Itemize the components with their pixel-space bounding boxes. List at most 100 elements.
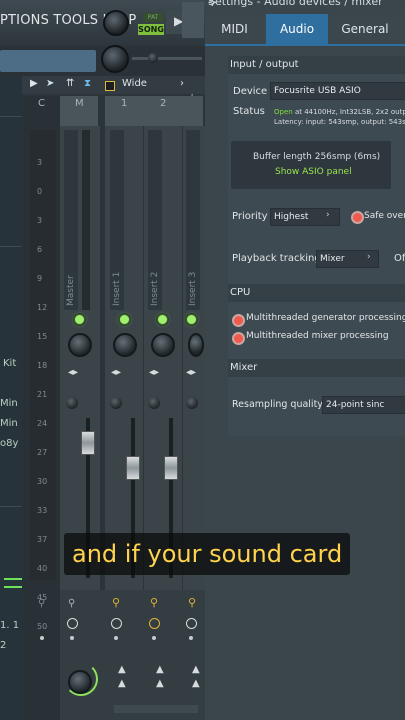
insert1-send-arrow-icon[interactable]: ▲ [118, 664, 126, 675]
device-label: Device [233, 86, 268, 97]
scale-tick: 0 [37, 187, 43, 196]
mt-generator-radio[interactable] [232, 314, 245, 327]
strip-name-master: Master [66, 275, 76, 306]
pattern-mode-indicator[interactable]: PAT [143, 13, 163, 22]
master-swap-icon[interactable]: ◂▸ [68, 367, 78, 378]
insert1-send-arrow-icon[interactable]: ▲ [118, 678, 126, 689]
buffer-panel [231, 141, 391, 189]
insert1-enable-led[interactable] [120, 315, 129, 324]
insert3-pan-knob[interactable] [188, 333, 204, 357]
browser-divider [0, 506, 22, 507]
insert3-send-arrow-icon[interactable]: ▲ [192, 678, 200, 689]
header-label-c: C [38, 98, 45, 109]
insert3-route-icon[interactable]: ⚲ [188, 596, 196, 609]
insert1-pan-knob[interactable] [113, 333, 137, 357]
toolbar-handle[interactable] [182, 2, 204, 38]
device-select[interactable]: Focusrite USB ASIO [270, 82, 405, 100]
header-label-m: M [75, 98, 84, 109]
insert3-enable-led[interactable] [187, 315, 196, 324]
mixer-menu-arrow-icon[interactable]: ▶ [30, 78, 38, 89]
offset-label: Of [394, 253, 405, 264]
mixer-scroll-arrow-icon[interactable]: › [180, 78, 184, 89]
mixer-bird-icon[interactable]: ➤ [46, 78, 54, 89]
wide-layout-icon[interactable] [105, 81, 115, 91]
scale-tick: 37 [37, 535, 48, 544]
status-latency: Latency: input: 543smp, output: 543sm [274, 118, 405, 126]
insert2-enable-led[interactable] [158, 315, 167, 324]
browser-item[interactable]: Min [0, 418, 18, 429]
tab-audio[interactable]: Audio [266, 14, 328, 44]
scale-tick: 3 [37, 158, 43, 167]
show-asio-panel-link[interactable]: Show ASIO panel [275, 167, 352, 177]
playback-tracking-label: Playback tracking [232, 253, 321, 264]
insert2-route-icon[interactable]: ⚲ [150, 596, 158, 609]
mt-mixer-radio[interactable] [232, 332, 245, 345]
browser-item[interactable]: Min [0, 398, 18, 409]
insert1-latency-icon[interactable] [111, 618, 122, 629]
insert1-fader[interactable] [126, 456, 140, 480]
master-fader[interactable] [81, 431, 95, 455]
scale-tick: 50 [37, 622, 48, 631]
route-dot[interactable] [152, 636, 156, 640]
section-mixer: Mixer [228, 359, 405, 377]
insert3-send-arrow-icon[interactable]: ▲ [192, 664, 200, 675]
route-dot[interactable] [189, 636, 193, 640]
browser-item[interactable]: 2 [0, 640, 6, 651]
mt-generator-label: Multithreaded generator processing [246, 313, 405, 323]
insert1-route-icon[interactable]: ⚲ [112, 596, 120, 609]
status-open: Open [274, 108, 293, 116]
section-input-output: Input / output [228, 56, 405, 74]
insert3-swap-icon[interactable]: ◂▸ [186, 367, 196, 378]
window-move-icon[interactable]: ✛ [208, 0, 216, 9]
tempo-slider-track[interactable] [132, 57, 202, 60]
master-enable-led[interactable] [75, 315, 84, 324]
playback-arrow-icon[interactable]: › [367, 252, 371, 262]
master-meter [82, 130, 90, 310]
browser-item[interactable]: 1. 1 [0, 620, 19, 631]
tab-general[interactable]: General [332, 14, 398, 44]
insert2-fader[interactable] [164, 456, 178, 480]
route-dot[interactable] [70, 636, 74, 640]
song-mode-button[interactable]: SONG [138, 24, 164, 35]
safe-overloads-radio[interactable] [351, 211, 364, 224]
tab-midi[interactable]: MIDI [207, 14, 262, 44]
resampling-quality-select[interactable]: 24-point sinc [322, 396, 405, 414]
routing-area [60, 590, 205, 720]
strip-name-insert-2: Insert 2 [150, 271, 160, 306]
browser-item[interactable]: o8y [0, 438, 18, 449]
route-dot[interactable] [114, 636, 118, 640]
mixer-layout-label[interactable]: Wide [122, 78, 147, 89]
scale-tick: 21 [37, 390, 48, 399]
buffer-length-label[interactable]: Buffer length 256smp (6ms) [253, 152, 380, 162]
priority-arrow-icon[interactable]: › [326, 210, 330, 220]
scale-tick: 27 [37, 448, 48, 457]
insert2-swap-icon[interactable]: ◂▸ [149, 367, 159, 378]
insert2-latency-icon[interactable] [149, 618, 160, 629]
insert-strip-header[interactable] [105, 96, 203, 126]
master-stereo-knob[interactable] [66, 397, 78, 409]
scale-tick: 30 [37, 477, 48, 486]
scale-tick: 9 [37, 274, 43, 283]
route-dot[interactable] [40, 636, 44, 640]
insert3-stereo-knob[interactable] [186, 397, 198, 409]
insert2-send-arrow-icon[interactable]: ▲ [156, 664, 164, 675]
mixer-up-arrows-icon[interactable]: ⇈ [66, 78, 74, 89]
insert1-swap-icon[interactable]: ◂▸ [111, 367, 121, 378]
insert2-pan-knob[interactable] [151, 333, 175, 357]
current-route-icon[interactable]: ⚲ [38, 598, 45, 609]
master-pitch-knob[interactable] [101, 45, 129, 73]
master-latency-icon[interactable] [67, 618, 78, 629]
mixer-scrollbar[interactable] [114, 705, 198, 713]
browser-item[interactable]: Kit [3, 358, 16, 369]
insert1-stereo-knob[interactable] [110, 397, 122, 409]
mixer-hourglass-icon[interactable]: ⧗ [84, 78, 91, 89]
insert3-latency-icon[interactable] [186, 618, 197, 629]
master-pan-knob[interactable] [68, 333, 92, 357]
master-volume-knob[interactable] [103, 10, 129, 36]
insert2-stereo-knob[interactable] [148, 397, 160, 409]
insert2-send-arrow-icon[interactable]: ▲ [156, 678, 164, 689]
status-detail: at 44100Hz, Int32LSB, 2x2 outp [294, 108, 405, 116]
tempo-slider-handle[interactable] [148, 53, 158, 63]
master-send-knob[interactable] [68, 670, 92, 694]
master-route-icon[interactable]: ⚲ [68, 598, 75, 609]
